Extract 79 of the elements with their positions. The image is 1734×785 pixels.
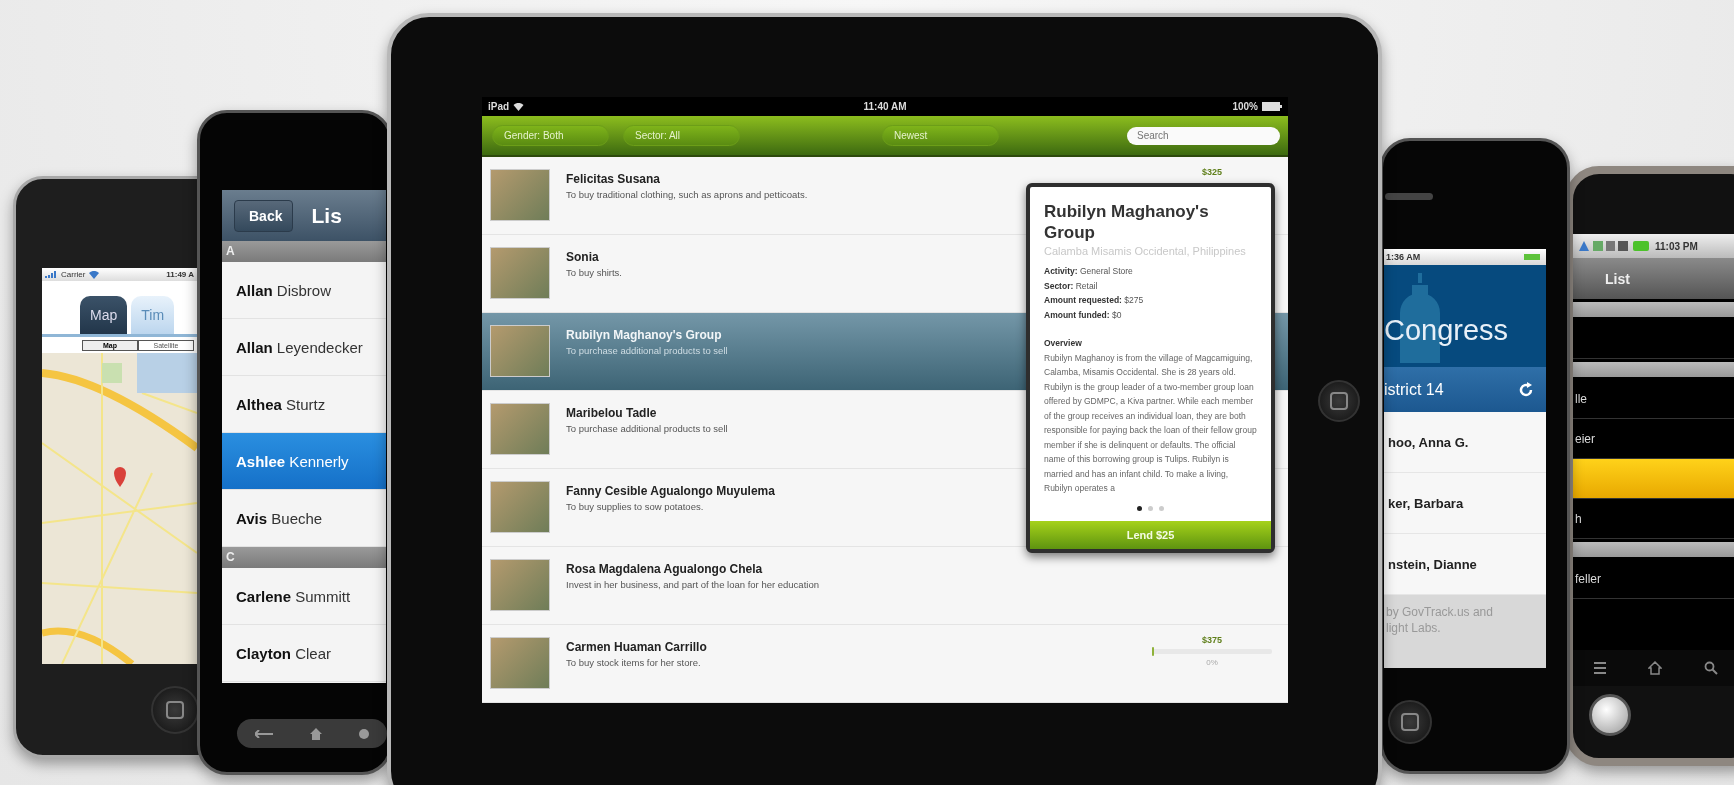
loan-use: To buy shirts. [566,267,622,278]
photo-placeholder [490,325,550,377]
loan-use: To buy traditional clothing, such as aprons and petticoats. [566,189,808,200]
tab[interactable]: Map [80,296,128,334]
borrower-name: Maribelou Tadle [566,406,657,420]
speaker-grille [1385,193,1433,200]
loan-amount: $375 [1202,635,1222,645]
page-dot[interactable] [1159,505,1164,511]
overview-heading: Overview [1044,337,1082,350]
status-icons [1579,239,1629,253]
detail-line: Amount requested: $275 [1044,294,1144,307]
wifi-icon [89,270,100,279]
home-icon[interactable] [310,727,322,740]
home-button[interactable] [151,686,199,734]
borrower-name: Felicitas Susana [566,172,661,186]
back-arrow-icon[interactable] [255,729,274,738]
contact-row[interactable]: Clayton Clear [222,625,386,682]
wifi-icon [513,102,525,111]
list-row[interactable]: feller [1573,559,1734,599]
member-row[interactable]: hoo, Anna G. [1384,412,1546,473]
borrower-name: Fanny Cesible Agualongo Muyulema [566,484,775,498]
credits-text: light Labs. [1386,621,1442,635]
map-pin-icon [114,467,126,487]
loan-use: To purchase additional products to sell [566,423,728,434]
refresh-icon[interactable] [1518,381,1534,398]
contact-row[interactable]: Carlene Summitt [222,568,386,625]
list-row[interactable]: lle [1573,379,1734,419]
battery-percent: 100% [1232,101,1258,112]
signal-icon [45,271,57,278]
contact-row[interactable]: Ashlee Kennerly [222,433,386,490]
loan-use: Invest in her business, and part of the loan for her education [566,579,819,590]
contact-row[interactable]: Allan Leyendecker [222,319,386,376]
home-button[interactable] [1388,700,1432,744]
loan-use: To purchase additional products to sell [566,345,728,356]
device-label: iPad [488,101,510,112]
battery-icon [1633,241,1649,251]
clock-time: 11:49 A [166,270,194,279]
search-field[interactable]: Search [1127,126,1280,145]
screen-title: List [1573,258,1734,299]
app-title: Congress [1384,314,1509,347]
borrower-name: Rosa Magdalena Agualongo Chela [566,562,763,576]
loan-use: To buy supplies to sow potatoes. [566,501,704,512]
photo-placeholder [490,481,550,533]
battery-icon [1262,102,1282,111]
clock-time: 11:40 AM [863,101,907,112]
borrower-name: Rubilyn Maghanoy's Group [566,328,722,342]
detail-line: Sector: Retail [1044,279,1098,293]
back-button[interactable]: Back [234,199,294,232]
clock-time: 11:03 PM [1655,240,1698,252]
page-dot[interactable] [1148,505,1153,511]
detail-line: Activity: General Store [1044,265,1133,278]
screen-title: Lis [311,203,342,228]
photo-placeholder [490,169,550,221]
borrower-name: Sonia [566,250,599,264]
member-row[interactable]: ker, Barbara [1384,473,1546,534]
dot-icon[interactable] [358,728,369,739]
loan-amount: $325 [1202,167,1222,177]
photo-placeholder [490,637,550,689]
home-icon[interactable] [1648,661,1662,675]
search-icon[interactable] [1704,661,1718,675]
district-label: istrict 14 [1384,380,1444,399]
carrier-label: Carrier [61,270,86,279]
clock-time: 1:36 AM [1386,252,1421,262]
page-dot[interactable] [1137,505,1142,511]
loan-use: To buy stock items for her store. [566,657,701,668]
home-button[interactable] [1318,380,1360,422]
list-row[interactable]: h [1573,499,1734,539]
battery-icon [1524,254,1540,260]
section-header: C [222,547,386,568]
photo-placeholder [490,559,550,611]
list-row[interactable] [1573,459,1734,499]
trackball-button[interactable] [1589,694,1631,736]
credits-text: by GovTrack.us and [1386,605,1494,619]
contact-row[interactable]: Allan Disbrow [222,262,386,319]
borrower-name: Carmen Huaman Carrillo [566,640,707,654]
photo-placeholder [490,403,550,455]
section-header: A [222,241,386,262]
photo-placeholder [490,247,550,299]
menu-icon[interactable] [1594,662,1606,674]
